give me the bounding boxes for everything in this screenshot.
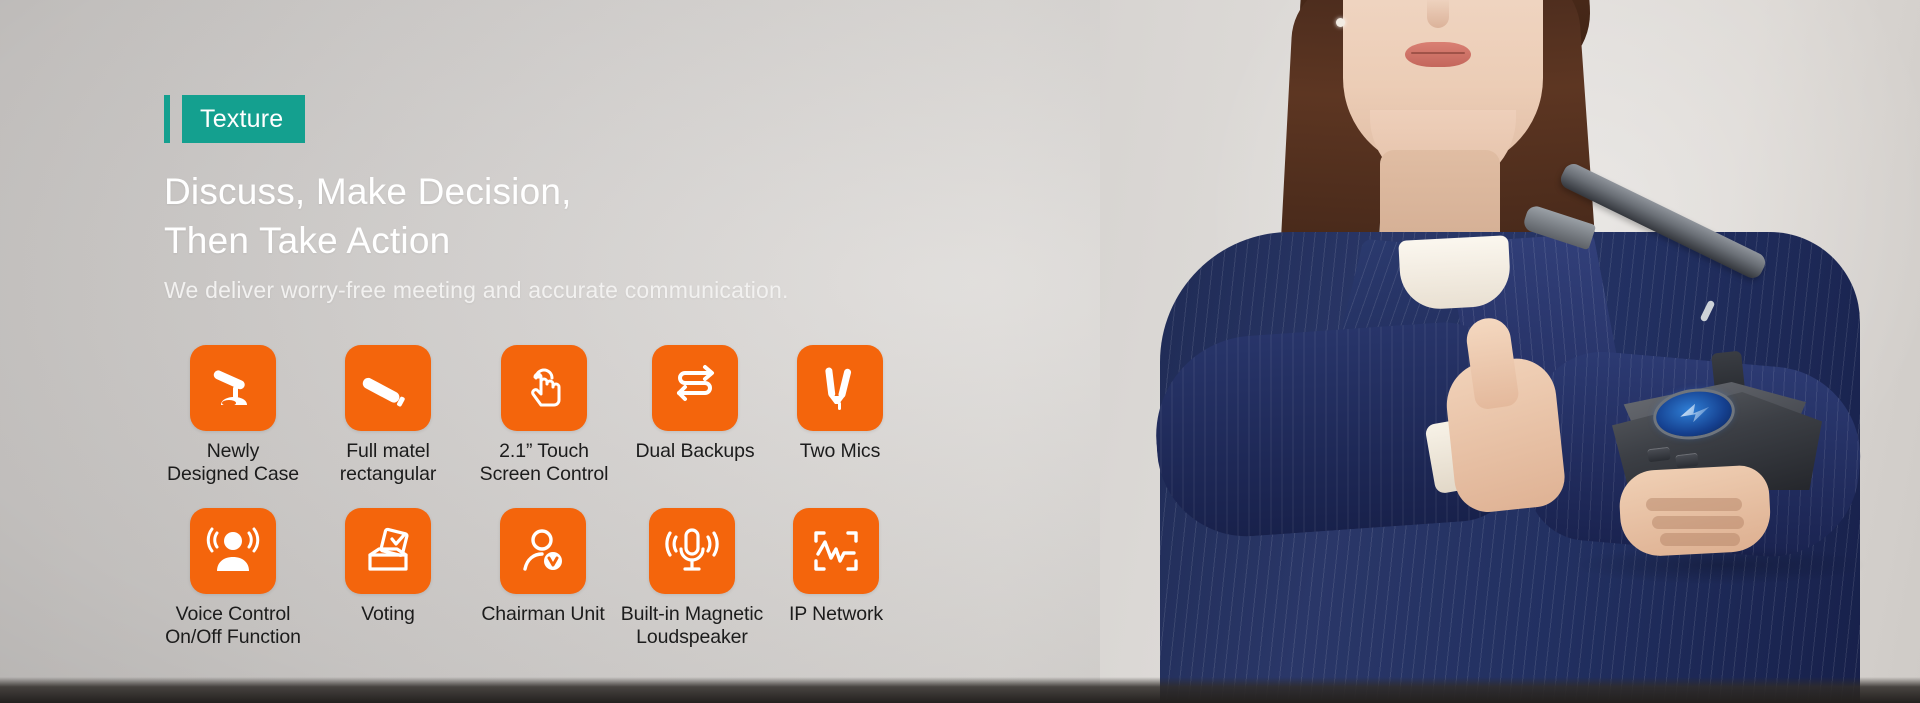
feature-item: IP Network bbox=[766, 508, 906, 626]
page-title: Discuss, Make Decision, Then Take Action bbox=[164, 167, 572, 265]
texture-badge: Texture bbox=[164, 95, 306, 143]
feature-item: Two Mics bbox=[770, 345, 910, 463]
feature-item: Full matel rectangular bbox=[308, 345, 468, 486]
feature-label: Full matel rectangular bbox=[339, 440, 437, 485]
feature-label: Built-in Magnetic Loudspeaker bbox=[620, 603, 764, 648]
headline-line-1: Discuss, Make Decision, bbox=[164, 171, 572, 212]
feature-label: Dual Backups bbox=[635, 440, 755, 462]
feature-label: IP Network bbox=[788, 603, 883, 625]
network-waveform-icon bbox=[793, 508, 879, 594]
voice-control-person-icon bbox=[190, 508, 276, 594]
feature-item: Built-in Magnetic Loudspeaker bbox=[618, 508, 766, 649]
feature-label: Voice Control On/Off Function bbox=[165, 603, 301, 648]
feature-row-1: Newly Designed Case Full matel rectangul… bbox=[158, 345, 1078, 486]
nose bbox=[1427, 0, 1449, 28]
feature-label: Voting bbox=[361, 603, 415, 625]
touch-hand-icon bbox=[501, 345, 587, 431]
lips bbox=[1405, 42, 1471, 67]
badge-label: Texture bbox=[182, 95, 306, 143]
earring bbox=[1336, 18, 1345, 27]
chairman-person-badge-icon bbox=[500, 508, 586, 594]
feature-label: 2.1” Touch Screen Control bbox=[479, 440, 609, 485]
feature-item: Newly Designed Case bbox=[158, 345, 308, 486]
feature-label: Two Mics bbox=[799, 440, 881, 462]
finger bbox=[1660, 533, 1740, 546]
rectangular-bar-icon bbox=[345, 345, 431, 431]
headline-line-2: Then Take Action bbox=[164, 220, 451, 261]
product-feature-banner: Texture Discuss, Make Decision, Then Tak… bbox=[0, 0, 1920, 703]
feature-grid: Newly Designed Case Full matel rectangul… bbox=[158, 345, 1078, 649]
hero-photo bbox=[1100, 0, 1920, 703]
dual-backup-arrows-icon bbox=[652, 345, 738, 431]
feature-label: Chairman Unit bbox=[481, 603, 605, 625]
feature-item: 2.1” Touch Screen Control bbox=[468, 345, 620, 486]
floor-shadow bbox=[0, 677, 1920, 703]
page-subtitle: We deliver worry-free meeting and accura… bbox=[164, 277, 789, 303]
feature-item: Voice Control On/Off Function bbox=[158, 508, 308, 649]
feature-item: Voting bbox=[308, 508, 468, 626]
badge-accent-bar bbox=[164, 95, 170, 143]
conference-microphone-icon bbox=[190, 345, 276, 431]
two-mics-icon bbox=[797, 345, 883, 431]
feature-label: Newly Designed Case bbox=[166, 440, 300, 485]
finger bbox=[1646, 498, 1742, 511]
feature-item: Dual Backups bbox=[620, 345, 770, 463]
feature-row-2: Voice Control On/Off Function Voting Cha… bbox=[158, 508, 1078, 649]
finger bbox=[1652, 516, 1744, 529]
microphone-waves-icon bbox=[649, 508, 735, 594]
ballot-box-icon bbox=[345, 508, 431, 594]
unit-button-right bbox=[1675, 452, 1699, 469]
unit-button-left bbox=[1647, 446, 1671, 463]
feature-item: Chairman Unit bbox=[468, 508, 618, 626]
left-content: Texture Discuss, Make Decision, Then Tak… bbox=[0, 0, 1160, 703]
